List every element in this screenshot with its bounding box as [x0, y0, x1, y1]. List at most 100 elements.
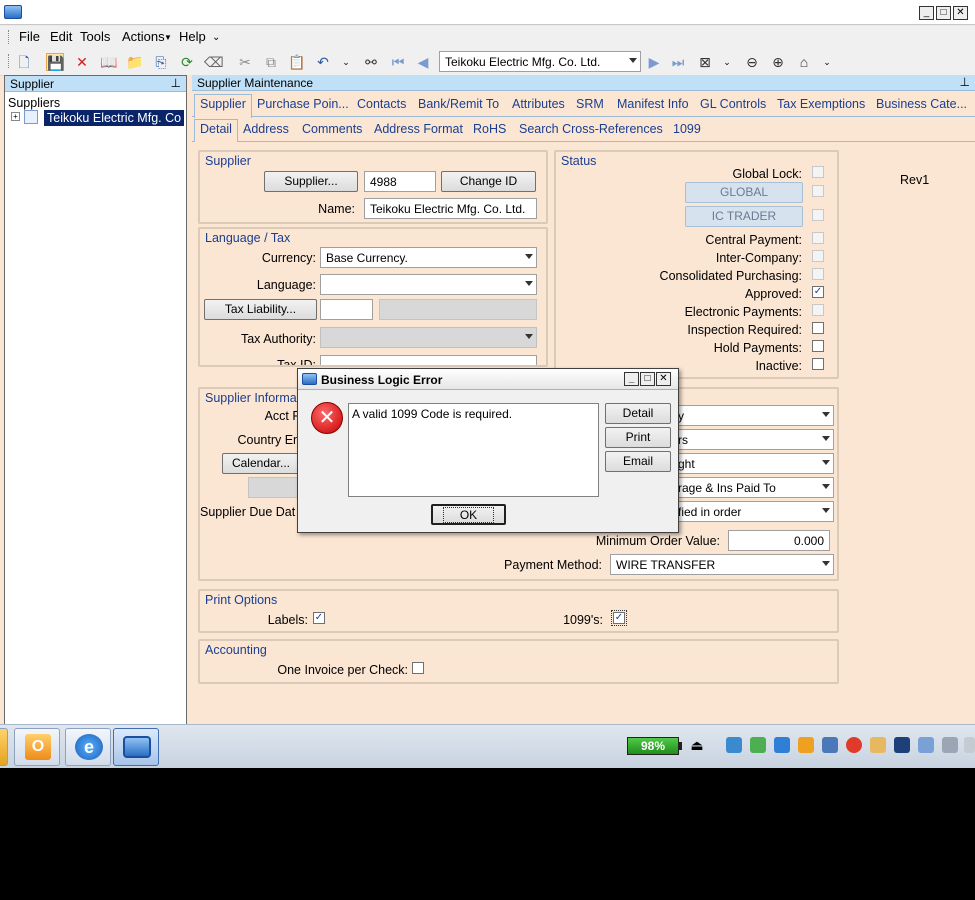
delete-icon[interactable]: ✕ — [73, 53, 91, 71]
order-reference-select[interactable]: fied in order — [672, 501, 834, 522]
tray-office-icon[interactable] — [798, 737, 814, 753]
labels-checkbox[interactable]: ✓ — [313, 612, 325, 624]
menu-edit[interactable]: Edit — [50, 29, 72, 44]
tray-network-icon[interactable] — [726, 737, 742, 753]
global-lock-checkbox[interactable] — [812, 166, 824, 178]
pin-icon[interactable]: ⊥ — [171, 76, 181, 90]
menu-actions[interactable]: Actions — [122, 29, 165, 44]
copy-record-icon[interactable]: ⎘ — [152, 53, 170, 71]
copy-icon[interactable]: ⧉ — [262, 53, 280, 71]
print-button[interactable]: Print — [605, 427, 671, 448]
minimum-order-value-field[interactable]: 0.000 — [728, 530, 830, 551]
terms-select[interactable]: y — [672, 405, 834, 426]
record-selector[interactable]: Teikoku Electric Mfg. Co. Ltd. — [439, 51, 641, 72]
freight-terms-select[interactable]: rage & Ins Paid To — [672, 477, 834, 498]
menu-tools[interactable]: Tools — [80, 29, 110, 44]
supplier-name-field[interactable]: Teikoku Electric Mfg. Co. Ltd. — [364, 198, 537, 219]
tray-alert-icon[interactable] — [846, 737, 862, 753]
dialog-maximize-button[interactable]: □ — [640, 372, 655, 386]
tray-user-icon[interactable] — [918, 737, 934, 753]
ok-button[interactable]: OK — [431, 504, 506, 525]
undo-icon[interactable]: ↶ — [314, 53, 332, 71]
first-record-icon[interactable]: ⏮ — [389, 53, 407, 71]
dialog-minimize-button[interactable]: _ — [624, 372, 639, 386]
supplier-lookup-button[interactable]: Supplier... — [264, 171, 358, 192]
detail-button[interactable]: Detail — [605, 403, 671, 424]
battery-indicator[interactable]: 98% — [627, 737, 679, 755]
dialog-close-button[interactable]: ✕ — [656, 372, 671, 386]
tab-business-categories[interactable]: Business Cate... — [876, 97, 967, 111]
subtab-detail[interactable]: Detail — [194, 119, 238, 142]
tab-srm[interactable]: SRM — [576, 97, 604, 111]
payment-method-select[interactable]: WIRE TRANSFER — [610, 554, 834, 575]
refresh-icon[interactable]: ⟳ — [178, 53, 196, 71]
approved-checkbox[interactable]: ✓ — [812, 286, 824, 298]
taskbar-outlook[interactable]: O — [14, 728, 60, 766]
tray-display-icon[interactable] — [942, 737, 958, 753]
taskbar-app-partial[interactable] — [0, 728, 8, 766]
search-binoculars-icon[interactable]: ⚯ — [362, 53, 380, 71]
nav-dropdown-icon[interactable]: ⌄ — [818, 53, 836, 71]
tray-security-icon[interactable] — [750, 737, 766, 753]
minimize-button[interactable]: _ — [919, 6, 934, 20]
calendar-button[interactable]: Calendar... — [222, 453, 300, 474]
inspection-required-checkbox[interactable] — [812, 322, 824, 334]
ic-trader-button[interactable]: IC TRADER — [685, 206, 803, 227]
global-button[interactable]: GLOBAL — [685, 182, 803, 203]
paste-icon[interactable]: 📋 — [288, 53, 306, 71]
tab-tax-exemptions[interactable]: Tax Exemptions — [777, 97, 865, 111]
tax-id-field[interactable] — [320, 355, 537, 365]
tax-authority-select[interactable] — [320, 327, 537, 348]
email-button[interactable]: Email — [605, 451, 671, 472]
electronic-payments-checkbox[interactable] — [812, 304, 824, 316]
new-icon[interactable]: 🗋 — [15, 53, 33, 71]
attach-icon[interactable]: 📖 — [100, 53, 118, 71]
central-payment-checkbox[interactable] — [812, 232, 824, 244]
eraser-icon[interactable]: ⌫ — [204, 53, 224, 71]
menu-file[interactable]: File — [19, 29, 40, 44]
save-icon[interactable]: 💾 — [46, 53, 64, 71]
ic-trader-checkbox[interactable] — [812, 209, 824, 221]
tax-liability-code-field[interactable] — [320, 299, 373, 320]
subtab-1099[interactable]: 1099 — [673, 122, 701, 136]
hold-payments-checkbox[interactable] — [812, 340, 824, 352]
one-invoice-per-check-checkbox[interactable] — [412, 662, 424, 674]
ship-via-select[interactable]: rs — [672, 429, 834, 450]
folder-icon[interactable]: 📁 — [126, 53, 144, 71]
tray-more-icon[interactable] — [964, 737, 975, 753]
tab-gl-controls[interactable]: GL Controls — [700, 97, 766, 111]
close-button[interactable]: ✕ — [953, 6, 968, 20]
tray-app-icon[interactable] — [822, 737, 838, 753]
subtab-address[interactable]: Address — [243, 122, 289, 136]
change-id-button[interactable]: Change ID — [441, 171, 536, 192]
taskbar-explorer[interactable]: e — [65, 728, 111, 766]
subtab-comments[interactable]: Comments — [302, 122, 362, 136]
pin-icon[interactable]: ⊥ — [960, 75, 970, 89]
subtab-rohs[interactable]: RoHS — [473, 122, 506, 136]
1099s-checkbox[interactable]: ✓ — [611, 610, 627, 626]
tab-attributes[interactable]: Attributes — [512, 97, 565, 111]
export-dropdown-icon[interactable]: ⌄ — [718, 53, 736, 71]
tray-s-icon[interactable] — [894, 737, 910, 753]
next-record-icon[interactable]: ▶ — [645, 53, 663, 71]
tree-root[interactable]: Suppliers — [8, 96, 60, 110]
consolidated-purchasing-checkbox[interactable] — [812, 268, 824, 280]
supplier-id-field[interactable]: 4988 — [364, 171, 436, 192]
undo-dropdown-icon[interactable]: ⌄ — [337, 53, 355, 71]
tab-manifest-info[interactable]: Manifest Info — [617, 97, 689, 111]
tab-contacts[interactable]: Contacts — [357, 97, 406, 111]
taskbar-erp-app[interactable] — [113, 728, 159, 766]
global-checkbox[interactable] — [812, 185, 824, 197]
expand-icon[interactable]: + — [11, 112, 20, 121]
last-record-icon[interactable]: ⏭ — [669, 53, 687, 71]
power-plug-icon[interactable]: ⏏ — [689, 737, 705, 753]
currency-select[interactable]: Base Currency. — [320, 247, 537, 268]
subtab-address-format[interactable]: Address Format — [374, 122, 463, 136]
tab-supplier[interactable]: Supplier — [194, 94, 252, 118]
tax-liability-button[interactable]: Tax Liability... — [204, 299, 317, 320]
home-icon[interactable]: ⌂ — [795, 53, 813, 71]
tray-sync-icon[interactable] — [774, 737, 790, 753]
export-excel-icon[interactable]: ⊠ — [696, 53, 714, 71]
previous-record-icon[interactable]: ◀ — [414, 53, 432, 71]
tab-bank-remit[interactable]: Bank/Remit To — [418, 97, 499, 111]
